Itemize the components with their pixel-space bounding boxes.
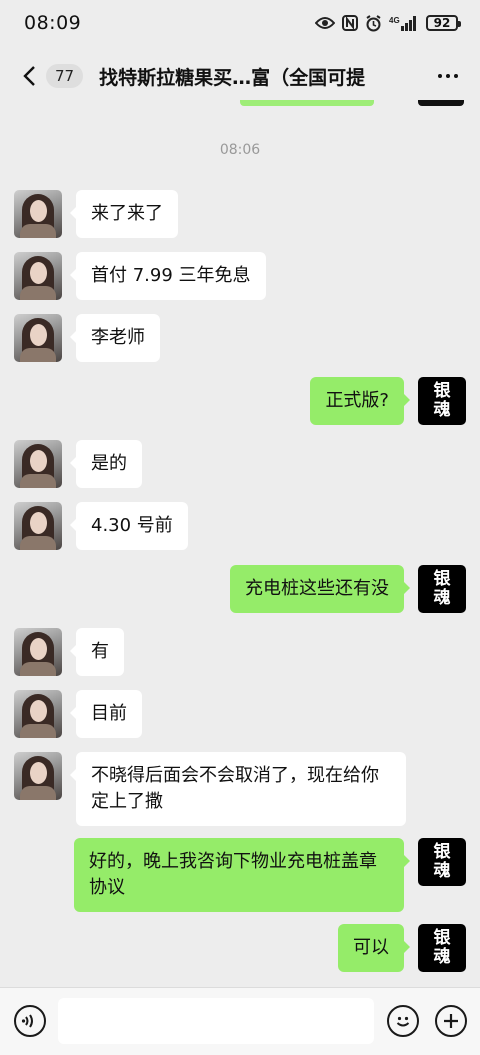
- avatar[interactable]: [14, 628, 62, 676]
- message-bubble[interactable]: 首付 7.99 三年免息: [70, 252, 266, 300]
- nfc-icon: [342, 15, 358, 31]
- self-avatar[interactable]: 银 魂: [418, 924, 466, 972]
- avatar-logo-char: 魂: [433, 400, 451, 420]
- avatar-logo-char: 银: [433, 381, 451, 401]
- message-bubble[interactable]: 好的，晚上我咨询下物业充电桩盖章协议: [74, 838, 410, 912]
- eye-icon: [315, 16, 335, 30]
- message-row: 有: [0, 628, 480, 676]
- message-row: 首付 7.99 三年免息: [0, 252, 480, 300]
- message-bubble[interactable]: 充电桩这些还有没: [230, 565, 410, 613]
- previous-avatar-edge: [418, 100, 464, 106]
- message-bubble[interactable]: 李老师: [70, 314, 160, 362]
- avatar-logo-char: 魂: [433, 861, 451, 881]
- message-bubble[interactable]: 不晓得后面会不会取消了，现在给你定上了撒: [70, 752, 406, 826]
- avatar-logo-char: 魂: [433, 588, 451, 608]
- voice-icon[interactable]: [14, 1005, 46, 1037]
- avatar[interactable]: [14, 314, 62, 362]
- status-icons: 4G 92: [315, 14, 461, 32]
- back-icon[interactable]: [12, 56, 46, 96]
- more-icon[interactable]: [436, 64, 460, 88]
- battery-level: 92: [433, 16, 451, 30]
- plus-icon[interactable]: [435, 1005, 467, 1037]
- message-bubble[interactable]: 有: [70, 628, 124, 676]
- alarm-icon: [365, 14, 382, 32]
- status-bar: 08:09 4G 92: [0, 0, 480, 46]
- self-avatar[interactable]: 银 魂: [418, 565, 466, 613]
- avatar-logo-char: 银: [433, 569, 451, 589]
- message-row: 来了来了: [0, 190, 480, 238]
- network-label: 4G: [389, 16, 400, 25]
- chat-header: 77 找特斯拉糖果买…富（全国可提: [0, 46, 480, 106]
- emoji-icon[interactable]: [387, 1005, 419, 1037]
- chat-title: 找特斯拉糖果买…富（全国可提: [99, 66, 366, 89]
- message-row: 李老师: [0, 314, 480, 362]
- status-time: 08:09: [24, 12, 82, 34]
- battery-icon: 92: [426, 15, 461, 31]
- avatar[interactable]: [14, 752, 62, 800]
- input-bar: [0, 987, 480, 1055]
- previous-bubble-edge: [240, 100, 374, 106]
- message-input[interactable]: [58, 998, 374, 1044]
- message-bubble[interactable]: 目前: [70, 690, 142, 738]
- avatar[interactable]: [14, 690, 62, 738]
- avatar-logo-char: 银: [433, 842, 451, 862]
- self-avatar[interactable]: 银 魂: [418, 377, 466, 425]
- message-bubble[interactable]: 4.30 号前: [70, 502, 188, 550]
- message-timestamp: 08:06: [219, 142, 261, 158]
- message-bubble[interactable]: 来了来了: [70, 190, 178, 238]
- avatar[interactable]: [14, 252, 62, 300]
- signal-icon: 4G: [389, 15, 419, 31]
- avatar[interactable]: [14, 440, 62, 488]
- avatar-logo-char: 魂: [433, 947, 451, 967]
- message-row: 不晓得后面会不会取消了，现在给你定上了撒: [0, 752, 480, 826]
- avatar[interactable]: [14, 502, 62, 550]
- avatar-logo-char: 银: [433, 928, 451, 948]
- message-row: 是的: [0, 440, 480, 488]
- avatar[interactable]: [14, 190, 62, 238]
- message-bubble[interactable]: 可以: [338, 924, 410, 972]
- message-bubble[interactable]: 正式版?: [310, 377, 410, 425]
- unread-count-badge[interactable]: 77: [46, 64, 84, 88]
- self-avatar[interactable]: 银 魂: [418, 838, 466, 886]
- message-bubble[interactable]: 是的: [70, 440, 142, 488]
- message-row: 目前: [0, 690, 480, 738]
- message-row: 4.30 号前: [0, 502, 480, 550]
